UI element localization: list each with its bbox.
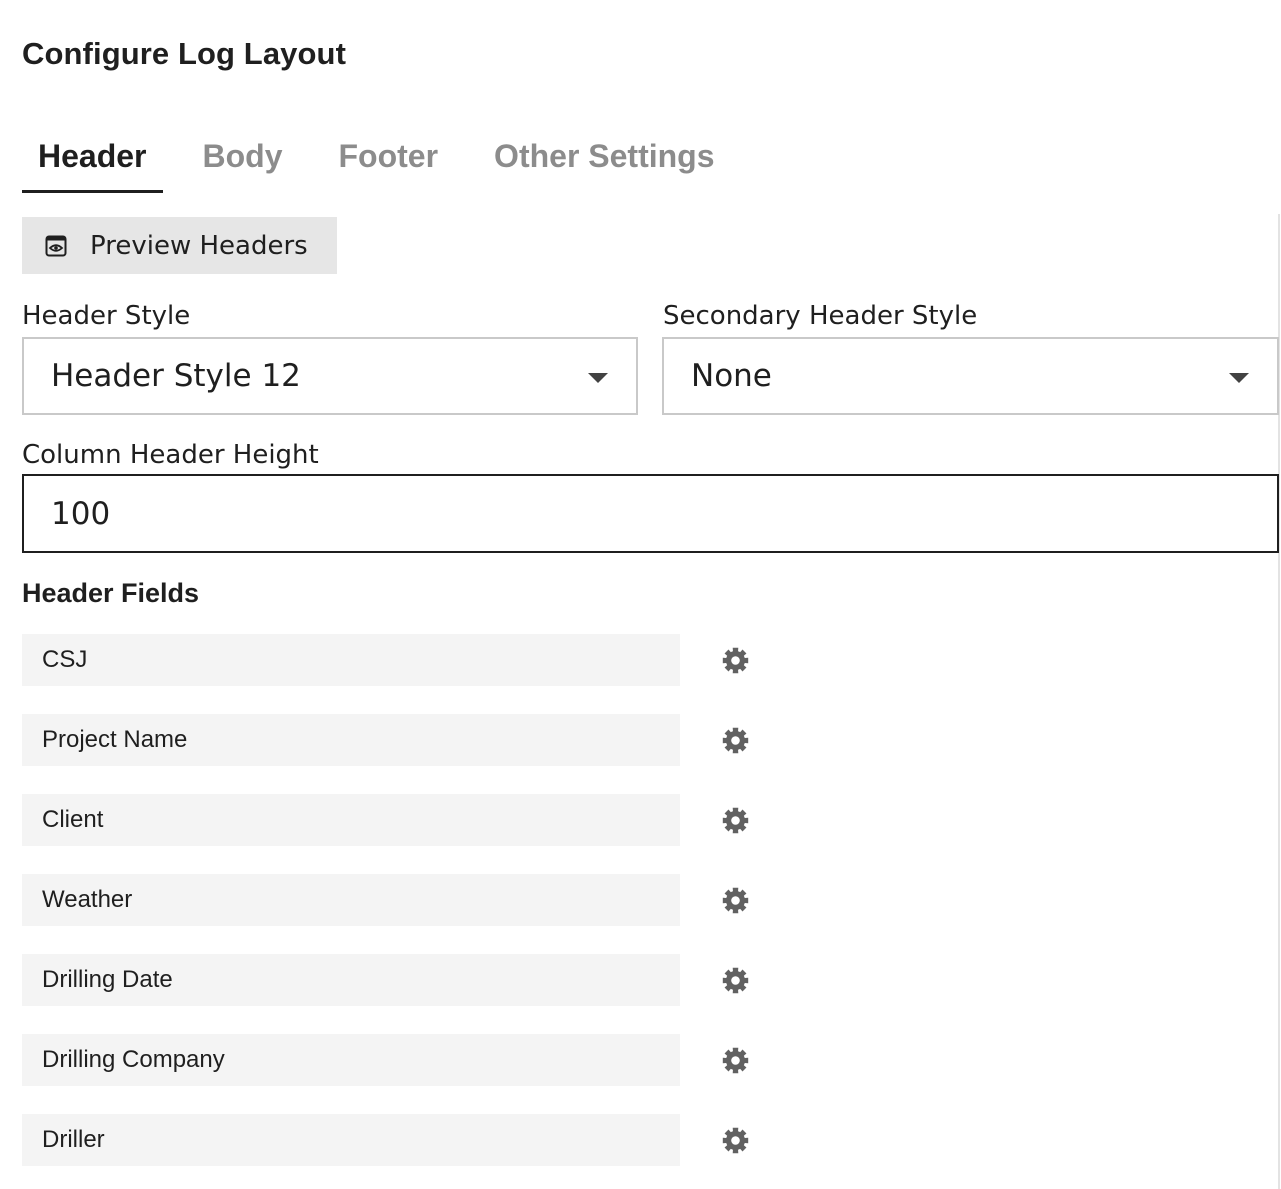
secondary-header-style-select[interactable]: None	[662, 337, 1279, 415]
column-header-height-input[interactable]	[22, 474, 1279, 553]
tab-footer[interactable]: Footer	[323, 128, 455, 182]
gear-icon[interactable]	[721, 1126, 750, 1155]
header-field-project-name[interactable]: Project Name	[22, 714, 680, 766]
header-field-driller[interactable]: Driller	[22, 1114, 680, 1166]
gear-icon[interactable]	[721, 646, 750, 675]
header-field-client[interactable]: Client	[22, 794, 680, 846]
gear-icon[interactable]	[721, 966, 750, 995]
chevron-down-icon	[1229, 373, 1249, 383]
gear-icon[interactable]	[721, 726, 750, 755]
preview-headers-label: Preview Headers	[90, 230, 308, 261]
header-field-weather[interactable]: Weather	[22, 874, 680, 926]
gear-icon[interactable]	[721, 806, 750, 835]
tab-header[interactable]: Header	[22, 128, 163, 193]
header-style-label: Header Style	[22, 301, 191, 331]
gear-icon[interactable]	[721, 886, 750, 915]
header-field-row: Client	[22, 794, 782, 846]
header-style-select[interactable]: Header Style 12	[22, 337, 638, 415]
tab-other-settings[interactable]: Other Settings	[478, 128, 730, 182]
header-field-drilling-company[interactable]: Drilling Company	[22, 1034, 680, 1086]
secondary-header-style-value: None	[691, 358, 772, 394]
header-field-row: Project Name	[22, 714, 782, 766]
tab-bar: Header Body Footer Other Settings	[22, 128, 731, 194]
preview-headers-button[interactable]: Preview Headers	[22, 217, 337, 274]
header-fields-title: Header Fields	[22, 578, 200, 608]
header-field-drilling-date[interactable]: Drilling Date	[22, 954, 680, 1006]
header-style-value: Header Style 12	[51, 358, 301, 394]
tab-body[interactable]: Body	[187, 128, 299, 182]
column-header-height-label: Column Header Height	[22, 440, 319, 470]
gear-icon[interactable]	[721, 1046, 750, 1075]
secondary-header-style-label: Secondary Header Style	[663, 301, 978, 331]
header-field-csj[interactable]: CSJ	[22, 634, 680, 686]
header-field-row: Drilling Date	[22, 954, 782, 1006]
preview-eye-icon	[44, 234, 68, 258]
header-field-row: Drilling Company	[22, 1034, 782, 1086]
page-title: Configure Log Layout	[22, 36, 347, 71]
header-field-row: Weather	[22, 874, 782, 926]
header-field-row: CSJ	[22, 634, 782, 686]
header-field-row: Driller	[22, 1114, 782, 1166]
chevron-down-icon	[588, 373, 608, 383]
